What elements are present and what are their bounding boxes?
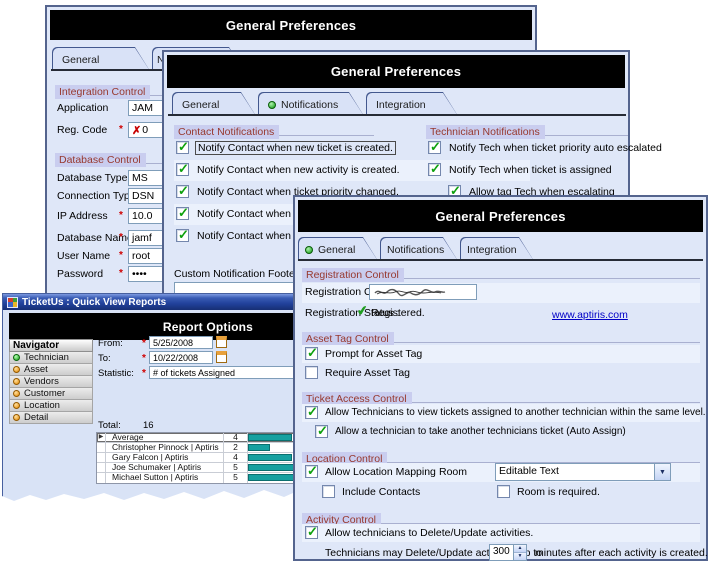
contact-notify-priority-checkbox[interactable]	[176, 185, 189, 198]
require-asset-tag-checkbox[interactable]	[305, 366, 318, 379]
led-icon	[13, 366, 20, 373]
invalid-icon: ✗	[132, 124, 141, 137]
registered-check-icon: ✔	[356, 302, 369, 319]
led-icon	[13, 390, 20, 397]
allow-location-mapping-checkbox[interactable]	[305, 465, 318, 478]
to-date-field[interactable]: 10/22/2008	[149, 351, 213, 364]
table-row[interactable]: ▶ Average 4	[97, 433, 311, 443]
total-value: 16	[143, 420, 154, 431]
contact-notify-new-activity-checkbox[interactable]	[176, 163, 189, 176]
room-label: Room	[439, 466, 467, 478]
window-general-preferences-front: General Preferences General Notification…	[293, 195, 708, 561]
led-icon	[13, 354, 20, 361]
contact-notify-checkbox[interactable]	[176, 229, 189, 242]
application-label: Application	[57, 102, 108, 114]
section-activity-control: Activity Control	[302, 510, 700, 524]
prompt-asset-tag-checkbox[interactable]	[305, 347, 318, 360]
reg-code-label: Reg. Code	[57, 124, 107, 136]
contact-notify-new-ticket-checkbox[interactable]	[176, 141, 189, 154]
table-row[interactable]: Joe Schumaker | Aptiris 5	[97, 463, 311, 473]
table-row[interactable]: Michael Sutton | Aptiris 5	[97, 473, 311, 483]
nav-item-location[interactable]: Location	[9, 400, 93, 412]
custom-footer-label: Custom Notification Footer:	[174, 268, 301, 280]
led-icon	[13, 378, 20, 385]
from-label: From:	[98, 338, 123, 349]
led-icon	[13, 402, 20, 409]
section-ticket-access-control: Ticket Access Control	[302, 389, 700, 403]
registration-code-scribble	[373, 287, 447, 297]
to-label: To:	[98, 353, 111, 364]
allow-take-ticket-checkbox[interactable]	[315, 425, 328, 438]
tab-strip-line	[298, 237, 703, 261]
section-registration-control: Registration Control	[302, 265, 700, 279]
include-contacts-checkbox[interactable]	[322, 485, 335, 498]
calendar-icon[interactable]	[216, 336, 227, 348]
allow-delete-update-checkbox[interactable]	[305, 526, 318, 539]
report-table: ▶ Average 4 Christopher Pinnock | Aptiri…	[96, 432, 312, 484]
minutes-stepper[interactable]: 300 ▲ ▼	[489, 544, 527, 561]
calendar-icon[interactable]	[216, 351, 227, 363]
screenshot-canvas: General Preferences General Notification…	[0, 0, 708, 561]
contact-notify-checkbox[interactable]	[176, 207, 189, 220]
room-type-dropdown[interactable]: Editable Text ▼	[495, 463, 671, 481]
room-required-checkbox[interactable]	[497, 485, 510, 498]
nav-item-detail[interactable]: Detail	[9, 412, 93, 424]
led-icon	[13, 414, 20, 421]
dialog-title-bar: General Preferences	[167, 55, 625, 88]
section-location-control: Location Control	[302, 449, 700, 463]
app-icon	[7, 297, 18, 308]
section-contact-notifications: Contact Notifications	[174, 122, 374, 136]
total-label: Total:	[98, 420, 121, 431]
tech-notify-assigned-checkbox[interactable]	[428, 163, 441, 176]
tab-strip-line	[168, 92, 626, 116]
value-bar	[248, 444, 270, 451]
dialog-title: General Preferences	[331, 64, 461, 79]
nav-item-technician[interactable]: Technician	[9, 352, 93, 364]
section-asset-tag-control: Asset Tag Control	[302, 329, 700, 343]
allow-view-tickets-checkbox[interactable]	[305, 406, 318, 419]
window-title: TicketUs : Quick View Reports	[22, 297, 166, 308]
navigator-header: Navigator	[9, 339, 93, 352]
dialog-title: General Preferences	[435, 209, 565, 224]
value-bar	[248, 434, 292, 441]
nav-item-vendors[interactable]: Vendors	[9, 376, 93, 388]
stepper-down-button[interactable]: ▼	[514, 553, 526, 560]
dialog-title-bar: General Preferences	[50, 10, 532, 40]
row-marker-icon: ▶	[97, 433, 106, 442]
tech-notify-escalated-checkbox[interactable]	[428, 141, 441, 154]
dropdown-arrow-button[interactable]: ▼	[654, 464, 670, 480]
value-bar	[248, 454, 292, 461]
aptiris-link[interactable]: www.aptiris.com	[552, 309, 628, 321]
from-date-field[interactable]: 5/25/2008	[149, 336, 213, 349]
stepper-up-button[interactable]: ▲	[514, 545, 526, 553]
registration-code-input[interactable]	[369, 284, 477, 300]
section-technician-notifications: Technician Notifications	[426, 122, 628, 136]
delete-update-suffix: minutes after each activity is created.	[535, 547, 708, 559]
statistic-label: Statistic:	[98, 368, 134, 379]
dialog-title: General Preferences	[226, 18, 356, 33]
registration-status-value: Registered.	[371, 307, 425, 319]
table-row[interactable]: Gary Falcon | Aptiris 4	[97, 453, 311, 463]
nav-item-asset[interactable]: Asset	[9, 364, 93, 376]
nav-item-customer[interactable]: Customer	[9, 388, 93, 400]
table-row[interactable]: Christopher Pinnock | Aptiris 2	[97, 443, 311, 453]
dialog-title-bar: General Preferences	[298, 200, 703, 232]
